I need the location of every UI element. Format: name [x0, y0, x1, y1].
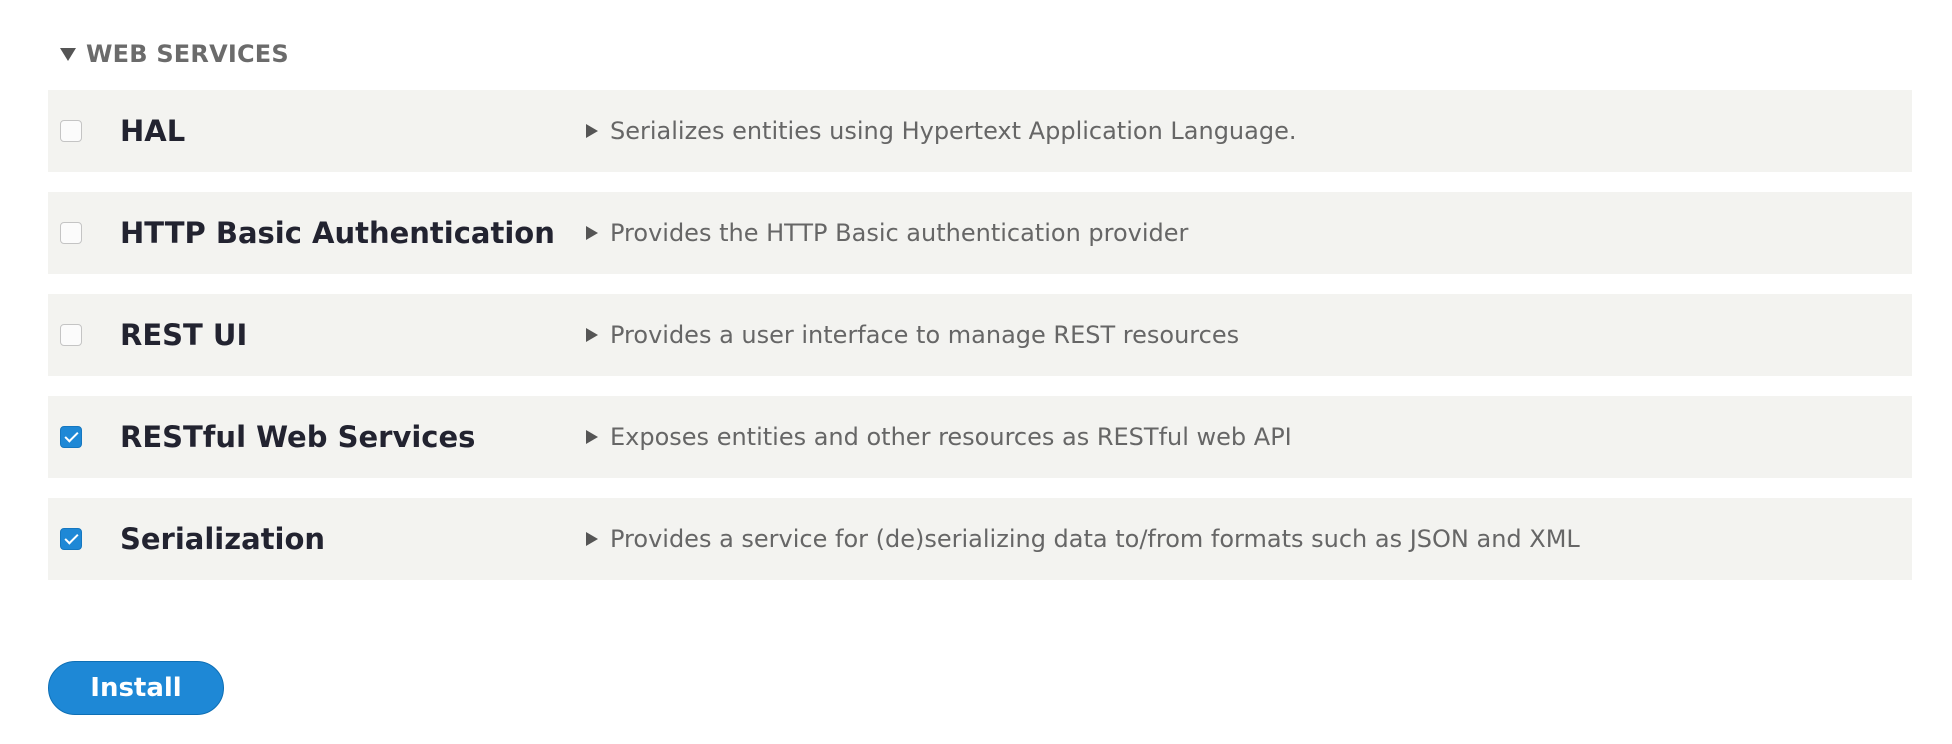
module-row: REST UI Provides a user interface to man…	[48, 294, 1912, 376]
module-row: Serialization Provides a service for (de…	[48, 498, 1912, 580]
module-checkbox[interactable]	[60, 528, 82, 550]
triangle-right-icon[interactable]	[586, 226, 598, 240]
section-title: WEB SERVICES	[86, 40, 289, 68]
module-name[interactable]: HAL	[120, 114, 586, 148]
module-checkbox[interactable]	[60, 324, 82, 346]
module-name[interactable]: Serialization	[120, 522, 586, 556]
module-description-toggle[interactable]: Exposes entities and other resources as …	[586, 423, 1292, 451]
module-description-toggle[interactable]: Provides a service for (de)serializing d…	[586, 525, 1580, 553]
module-name[interactable]: RESTful Web Services	[120, 420, 586, 454]
module-row: RESTful Web Services Exposes entities an…	[48, 396, 1912, 478]
module-name[interactable]: REST UI	[120, 318, 586, 352]
module-row: HAL Serializes entities using Hypertext …	[48, 90, 1912, 172]
triangle-right-icon[interactable]	[586, 430, 598, 444]
triangle-down-icon[interactable]	[60, 47, 76, 61]
module-description: Provides a user interface to manage REST…	[610, 321, 1240, 349]
module-description: Exposes entities and other resources as …	[610, 423, 1292, 451]
module-name[interactable]: HTTP Basic Authentication	[120, 216, 586, 250]
module-row: HTTP Basic Authentication Provides the H…	[48, 192, 1912, 274]
triangle-right-icon[interactable]	[586, 124, 598, 138]
module-checkbox[interactable]	[60, 222, 82, 244]
module-description: Provides the HTTP Basic authentication p…	[610, 219, 1189, 247]
section-header[interactable]: WEB SERVICES	[48, 34, 1912, 74]
module-list: HAL Serializes entities using Hypertext …	[48, 90, 1912, 580]
module-checkbox[interactable]	[60, 426, 82, 448]
module-description-toggle[interactable]: Provides the HTTP Basic authentication p…	[586, 219, 1188, 247]
module-description-toggle[interactable]: Provides a user interface to manage REST…	[586, 321, 1239, 349]
triangle-right-icon[interactable]	[586, 532, 598, 546]
module-description-toggle[interactable]: Serializes entities using Hypertext Appl…	[586, 117, 1296, 145]
module-description: Serializes entities using Hypertext Appl…	[610, 117, 1297, 145]
module-checkbox[interactable]	[60, 120, 82, 142]
module-description: Provides a service for (de)serializing d…	[610, 525, 1580, 553]
web-services-section: WEB SERVICES HAL Serializes entities usi…	[48, 34, 1912, 600]
install-button[interactable]: Install	[48, 661, 224, 715]
triangle-right-icon[interactable]	[586, 328, 598, 342]
